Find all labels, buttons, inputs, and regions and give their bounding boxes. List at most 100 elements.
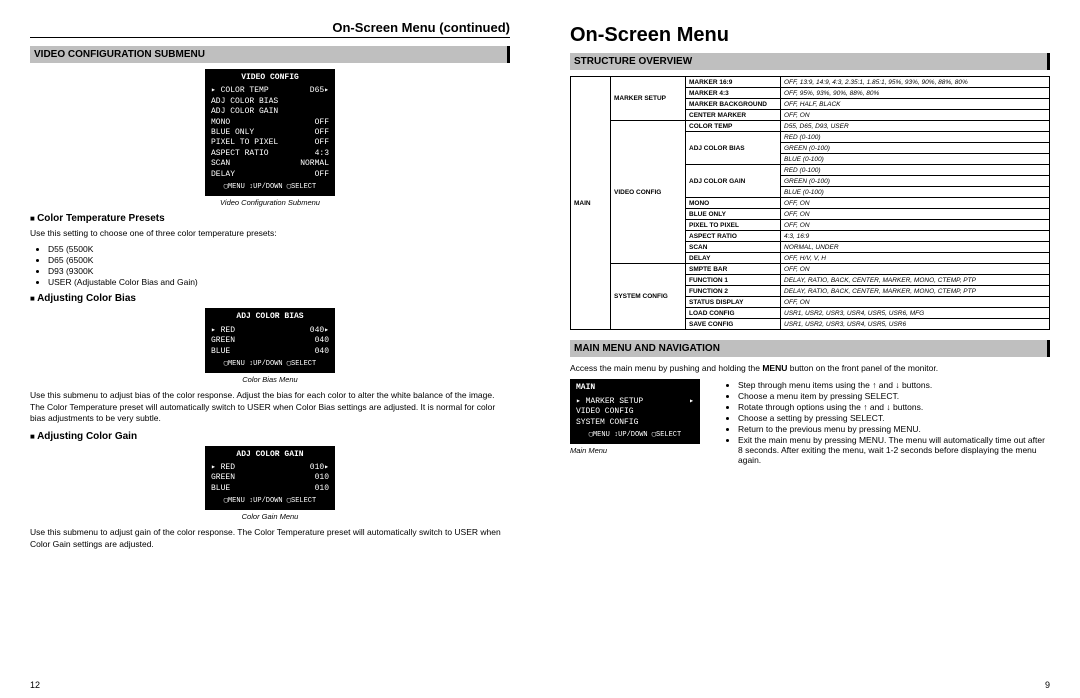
osd-video-config: VIDEO CONFIG ▸ COLOR TEMPD65▸ ADJ COLOR … [205, 69, 335, 196]
cell-value: RED (0-100) [781, 132, 1050, 143]
cell-value: USR1, USR2, USR3, USR4, USR5, USR6, MFG [781, 308, 1050, 319]
cell-value: D55, D65, D93, USER [781, 121, 1050, 132]
osd-rows: ▸ COLOR TEMP D65▸ ADJ COLOR BIAS ADJ COLO… [211, 86, 329, 180]
section-heading: MAIN MENU AND NAVIGATION [570, 340, 1050, 357]
osd-footer: ▢MENU ↕UP/DOWN ▢SELECT [211, 497, 329, 506]
cell-value: GREEN (0-100) [781, 176, 1050, 187]
osd-label: BLUE [211, 347, 230, 357]
osd-value: D65▸ [310, 86, 329, 96]
osd-value: NORMAL [300, 159, 329, 169]
cell-key: MONO [686, 198, 781, 209]
table-row: VIDEO CONFIGCOLOR TEMPD55, D65, D93, USE… [571, 121, 1050, 132]
cell-main: MAIN [571, 77, 611, 330]
presets-list: D55 (5500KD65 (6500KD93 (9300KUSER (Adju… [30, 244, 510, 287]
cell-value: NORMAL, UNDER [781, 242, 1050, 253]
subhead-presets: Color Temperature Presets [30, 213, 510, 224]
page-number: 9 [1045, 680, 1050, 690]
page-number: 12 [30, 680, 40, 690]
cell-value: OFF, 13:9, 14:9, 4:3, 2.35:1, 1.85:1, 95… [781, 77, 1050, 88]
list-item: Rotate through options using the ↑ and ↓… [738, 402, 1050, 412]
osd-label: BLUE ONLY [211, 128, 254, 138]
page-right: On-Screen Menu STRUCTURE OVERVIEW MAINMA… [540, 0, 1080, 698]
osd-label: ▸ RED [211, 326, 235, 336]
cell-key: CENTER MARKER [686, 110, 781, 121]
running-head: On-Screen Menu (continued) [30, 20, 510, 38]
cell-key: BLUE ONLY [686, 209, 781, 220]
osd-row: MONOOFF [211, 118, 329, 128]
osd-title: MAIN [576, 383, 694, 393]
osd-value: 040 [315, 336, 329, 346]
list-item: Choose a menu item by pressing SELECT. [738, 391, 1050, 401]
osd-label: GREEN [211, 473, 235, 483]
osd-title: ADJ COLOR GAIN [211, 450, 329, 460]
cell-value: OFF, ON [781, 110, 1050, 121]
osd-label: GREEN [211, 336, 235, 346]
osd-title: ADJ COLOR BIAS [211, 312, 329, 322]
osd-label: ▸ MARKER SETUP [576, 397, 643, 407]
osd-row: GREEN 040 [211, 336, 329, 346]
osd-label: VIDEO CONFIG [576, 407, 634, 417]
osd-row: GREEN010 [211, 473, 329, 483]
cell-value: BLUE (0-100) [781, 187, 1050, 198]
cell-key: DELAY [686, 253, 781, 264]
list-item: Choose a setting by pressing SELECT. [738, 413, 1050, 423]
osd-row: ▸ MARKER SETUP ▸ [576, 397, 694, 407]
osd-footer: ▢MENU ↕UP/DOWN ▢SELECT [211, 183, 329, 192]
cell-value: 4:3, 16:9 [781, 231, 1050, 242]
osd-row: ▸ COLOR TEMP D65▸ [211, 86, 329, 96]
list-item: D93 (9300K [48, 266, 510, 276]
text: Access the main menu by pushing and hold… [570, 363, 762, 373]
cell-value: OFF, HALF, BLACK [781, 99, 1050, 110]
cell-value: OFF, 95%, 93%, 90%, 88%, 80% [781, 88, 1050, 99]
osd-label: BLUE [211, 484, 230, 494]
cell-key: FUNCTION 2 [686, 286, 781, 297]
cell-group: VIDEO CONFIG [611, 121, 686, 264]
section-heading: STRUCTURE OVERVIEW [570, 53, 1050, 70]
osd-value: ▸ [689, 397, 694, 407]
bias-text: Use this submenu to adjust bias of the c… [30, 390, 510, 424]
osd-row: SYSTEM CONFIG [576, 418, 694, 428]
osd-value: 010▸ [310, 463, 329, 473]
presets-intro: Use this setting to choose one of three … [30, 228, 510, 239]
cell-key: MARKER BACKGROUND [686, 99, 781, 110]
osd-label: ADJ COLOR BIAS [211, 97, 278, 107]
cell-key: FUNCTION 1 [686, 275, 781, 286]
osd-value: OFF [315, 170, 329, 180]
cell-key: PIXEL TO PIXEL [686, 220, 781, 231]
cell-value: OFF, ON [781, 297, 1050, 308]
osd-value: OFF [315, 138, 329, 148]
cell-key: SMPTE BAR [686, 264, 781, 275]
osd-row: BLUE040 [211, 347, 329, 357]
cell-value: BLUE (0-100) [781, 154, 1050, 165]
osd-color-gain: ADJ COLOR GAIN ▸ RED010▸ GREEN010 BLUE01… [205, 446, 335, 511]
cell-value: USR1, USR2, USR3, USR4, USR5, USR6 [781, 319, 1050, 330]
osd-label: SYSTEM CONFIG [576, 418, 638, 428]
nav-bullets: Step through menu items using the ↑ and … [720, 379, 1050, 466]
osd-row: ADJ COLOR GAIN [211, 107, 329, 117]
osd-value: 4:3 [315, 149, 329, 159]
cell-value: OFF, ON [781, 264, 1050, 275]
cell-value: OFF, H/V, V, H [781, 253, 1050, 264]
cell-key: SAVE CONFIG [686, 319, 781, 330]
cell-value: OFF, ON [781, 198, 1050, 209]
cell-key: MARKER 4:3 [686, 88, 781, 99]
osd-rows: ▸ MARKER SETUP ▸ VIDEO CONFIG SYSTEM CONF… [576, 397, 694, 428]
osd-row: VIDEO CONFIG [576, 407, 694, 417]
cell-value: DELAY, RATIO, BACK, CENTER, MARKER, MONO… [781, 275, 1050, 286]
cell-value: GREEN (0-100) [781, 143, 1050, 154]
table-row: MAINMARKER SETUPMARKER 16:9OFF, 13:9, 14… [571, 77, 1050, 88]
cell-key: ADJ COLOR GAIN [686, 165, 781, 198]
cell-group: MARKER SETUP [611, 77, 686, 121]
table-row: SYSTEM CONFIGSMPTE BAROFF, ON [571, 264, 1050, 275]
osd-label: ▸ COLOR TEMP [211, 86, 269, 96]
cell-key: SCAN [686, 242, 781, 253]
osd-caption: Video Configuration Submenu [30, 198, 510, 207]
osd-label: ADJ COLOR GAIN [211, 107, 278, 117]
cell-key: ASPECT RATIO [686, 231, 781, 242]
cell-key: LOAD CONFIG [686, 308, 781, 319]
text: button on the front panel of the monitor… [787, 363, 938, 373]
cell-key: STATUS DISPLAY [686, 297, 781, 308]
osd-caption: Color Gain Menu [30, 512, 510, 521]
list-item: D65 (6500K [48, 255, 510, 265]
list-item: D55 (5500K [48, 244, 510, 254]
